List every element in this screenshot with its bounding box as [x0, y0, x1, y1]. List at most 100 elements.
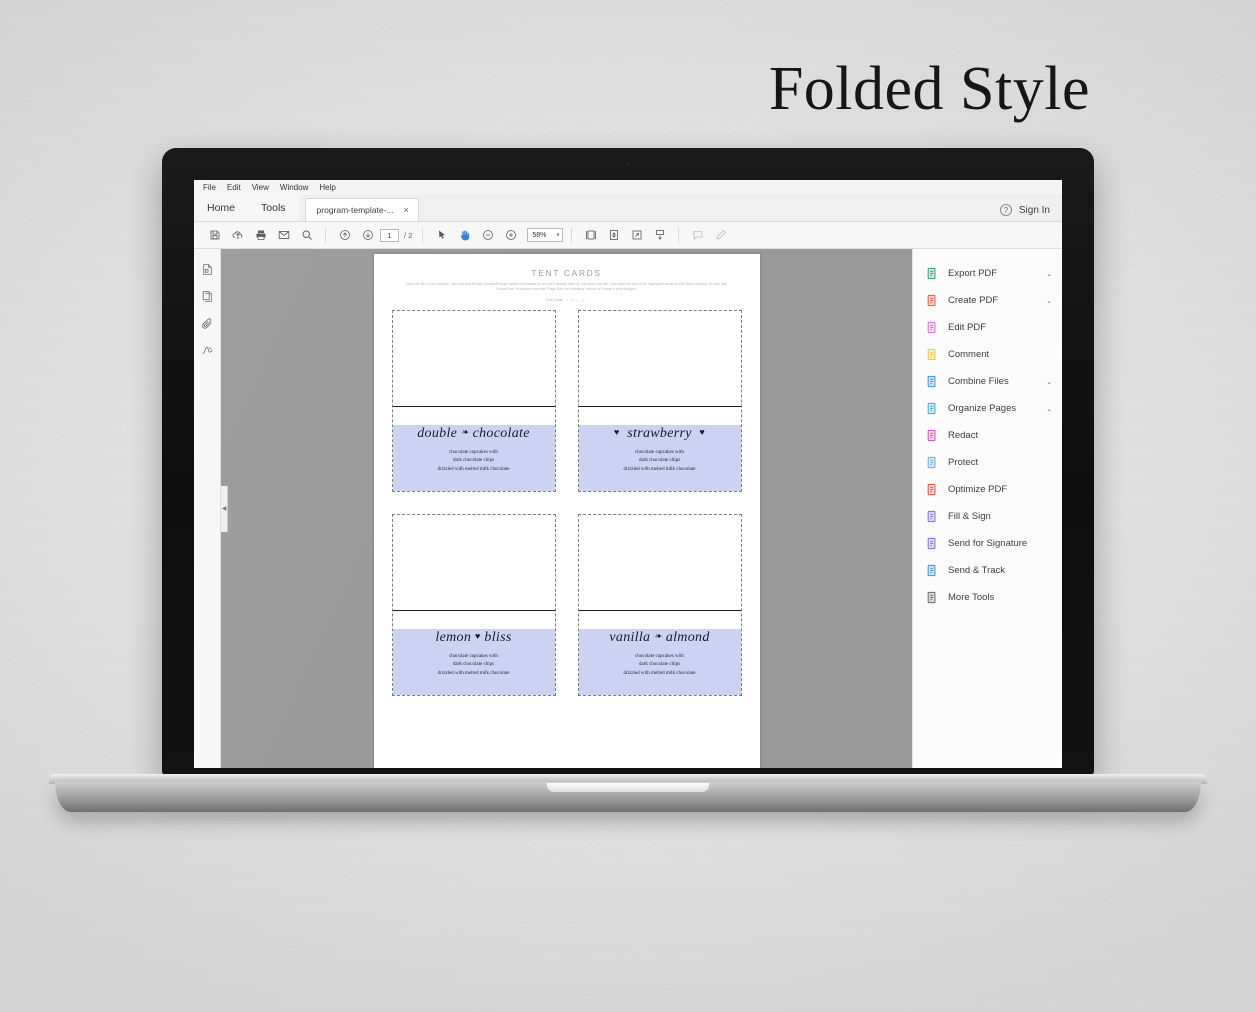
description-line: chocolate cupcakes with [635, 653, 684, 659]
tool-item-more-tools[interactable]: More Tools [913, 584, 1062, 611]
cursor-arrow-icon[interactable] [431, 225, 452, 246]
tent-card-flavor-field[interactable]: vanilla ❧ almond [578, 628, 741, 649]
tent-cards-grid: double ❧ chocolate chocolate cupcakes wit… [384, 309, 750, 708]
chevron-down-icon[interactable]: ⌄ [1046, 270, 1052, 278]
fill-and-sign-icon [925, 510, 939, 524]
tool-item-label: Create PDF [948, 295, 999, 306]
close-icon[interactable]: × [404, 205, 409, 215]
tent-card-flavor-field[interactable]: ♥ strawberry ♥ [578, 424, 741, 445]
tool-item-fill-sign[interactable]: Fill & Sign [913, 503, 1062, 530]
description-line: chocolate cupcakes with [449, 653, 498, 659]
description-line: drizzled with melted milk chocolate [623, 467, 696, 473]
tent-card-description-field[interactable]: chocolate cupcakes with dark chocolate ch… [578, 648, 741, 695]
chevron-down-icon[interactable]: ⌄ [1046, 378, 1052, 386]
send-for-signature-icon [925, 537, 939, 551]
zoom-in-icon[interactable] [500, 225, 521, 246]
arrow-up-circle-icon[interactable] [334, 225, 355, 246]
tool-item-combine-files[interactable]: Combine Files ⌄ [913, 368, 1062, 395]
fit-width-icon[interactable] [580, 225, 601, 246]
toolbar-divider [571, 227, 573, 243]
chevron-down-icon[interactable]: ⌄ [1046, 405, 1052, 413]
tent-card-printed-half: double ❧ chocolate chocolate cupcakes wit… [392, 407, 555, 491]
tool-item-organize-pages[interactable]: Organize Pages ⌄ [913, 395, 1062, 422]
tool-item-protect[interactable]: Protect [913, 449, 1062, 476]
tab-home[interactable]: Home [194, 195, 249, 221]
chevron-down-icon[interactable]: ⌄ [1046, 297, 1052, 305]
fullscreen-icon[interactable] [626, 225, 647, 246]
heart-icon: ❧ [460, 426, 469, 437]
scroll-mode-icon[interactable] [649, 225, 670, 246]
fit-page-icon[interactable] [603, 225, 624, 246]
tent-card-description-field[interactable]: chocolate cupcakes with dark chocolate ch… [392, 444, 555, 491]
menu-view[interactable]: View [252, 183, 269, 192]
menu-window[interactable]: Window [280, 183, 308, 192]
tool-item-comment[interactable]: Comment [913, 341, 1062, 368]
heart-icon: ♥ [614, 426, 620, 437]
arrow-down-circle-icon[interactable] [357, 225, 378, 246]
tab-document-label: program-template-... [316, 205, 394, 215]
document-instructions: Save the file to your desktop, open Acro… [406, 282, 727, 292]
tent-card-description-field[interactable]: chocolate cupcakes with dark chocolate ch… [392, 648, 555, 695]
navigation-pane [194, 249, 221, 768]
tool-item-send-track[interactable]: Send & Track [913, 557, 1062, 584]
tab-tools[interactable]: Tools [248, 195, 299, 221]
laptop-base-body [55, 782, 1201, 812]
description-line: drizzled with melted milk chocolate [437, 671, 510, 677]
description-line: drizzled with melted milk chocolate [437, 467, 510, 473]
help-circle-icon[interactable]: ? [999, 204, 1012, 216]
heart-icon: ❧ [654, 630, 663, 641]
save-icon[interactable] [204, 225, 225, 246]
tool-item-export-pdf[interactable]: Export PDF ⌄ [913, 260, 1062, 287]
tool-item-optimize-pdf[interactable]: Optimize PDF [913, 476, 1062, 503]
tent-card-flavor-field[interactable]: lemon ♥ bliss [392, 628, 555, 649]
tent-card-flavor-field[interactable]: double ❧ chocolate [392, 424, 555, 445]
tent-card[interactable]: ♥ strawberry ♥ chocolate cupcakes with dar… [577, 309, 742, 492]
menu-file[interactable]: File [203, 183, 216, 192]
description-line: dark chocolate chips [638, 458, 681, 464]
zoom-level-select[interactable]: 58% ▾ [527, 228, 564, 242]
sign-in-button[interactable]: Sign In [1019, 205, 1050, 216]
document-viewer[interactable]: ◀ TENT CARDS Save the file to your deskt… [221, 249, 912, 768]
tool-item-edit-pdf[interactable]: Edit PDF [913, 314, 1062, 341]
tool-item-redact[interactable]: Redact [913, 422, 1062, 449]
tent-card[interactable]: double ❧ chocolate chocolate cupcakes wit… [391, 309, 556, 492]
comment-icon[interactable] [687, 225, 708, 246]
pages-icon[interactable] [200, 289, 215, 304]
zoom-out-icon[interactable] [477, 225, 498, 246]
acrobat-window: File Edit View Window Help Home Tools pr… [194, 180, 1062, 768]
description-line: dark chocolate chips [452, 458, 495, 464]
tent-card[interactable]: lemon ♥ bliss chocolate cupcakes with dark… [391, 513, 556, 696]
laptop-lid: File Edit View Window Help Home Tools pr… [162, 148, 1094, 776]
tool-item-label: More Tools [948, 592, 995, 603]
tab-document[interactable]: program-template-... × [304, 198, 419, 221]
attachment-clip-icon[interactable] [200, 316, 215, 331]
menu-help[interactable]: Help [319, 183, 335, 192]
upload-cloud-icon[interactable] [227, 225, 248, 246]
tool-item-send-for-signature[interactable]: Send for Signature [913, 530, 1062, 557]
tent-card-description-field[interactable]: chocolate cupcakes with dark chocolate ch… [578, 444, 741, 491]
tool-item-label: Combine Files [948, 376, 1009, 387]
collapse-panel-handle[interactable]: ◀ [221, 485, 228, 532]
signature-icon[interactable] [200, 343, 215, 358]
print-icon[interactable] [250, 225, 271, 246]
tool-item-label: Edit PDF [948, 322, 987, 333]
email-icon[interactable] [273, 225, 294, 246]
search-icon[interactable] [296, 225, 317, 246]
description-line: dark chocolate chips [452, 662, 495, 668]
laptop-base-notch [547, 783, 709, 792]
highlight-pen-icon[interactable] [710, 225, 731, 246]
hand-tool-icon[interactable] [454, 225, 475, 246]
tab-bar: Home Tools program-template-... × ? Sign… [194, 195, 1062, 222]
description-line: dark chocolate chips [638, 662, 681, 668]
laptop-screen: File Edit View Window Help Home Tools pr… [194, 180, 1062, 768]
menu-edit[interactable]: Edit [227, 183, 241, 192]
tool-item-label: Fill & Sign [948, 511, 991, 522]
tent-card[interactable]: vanilla ❧ almond chocolate cupcakes with d… [577, 513, 742, 696]
page-thumbnails-icon[interactable] [200, 262, 215, 277]
toolbar-divider [325, 227, 326, 243]
webcam-icon [625, 162, 631, 167]
shield-icon [925, 456, 939, 470]
export-pdf-icon [925, 267, 939, 281]
page-number-input[interactable]: 1 [380, 228, 399, 242]
tool-item-create-pdf[interactable]: Create PDF ⌄ [913, 287, 1062, 314]
